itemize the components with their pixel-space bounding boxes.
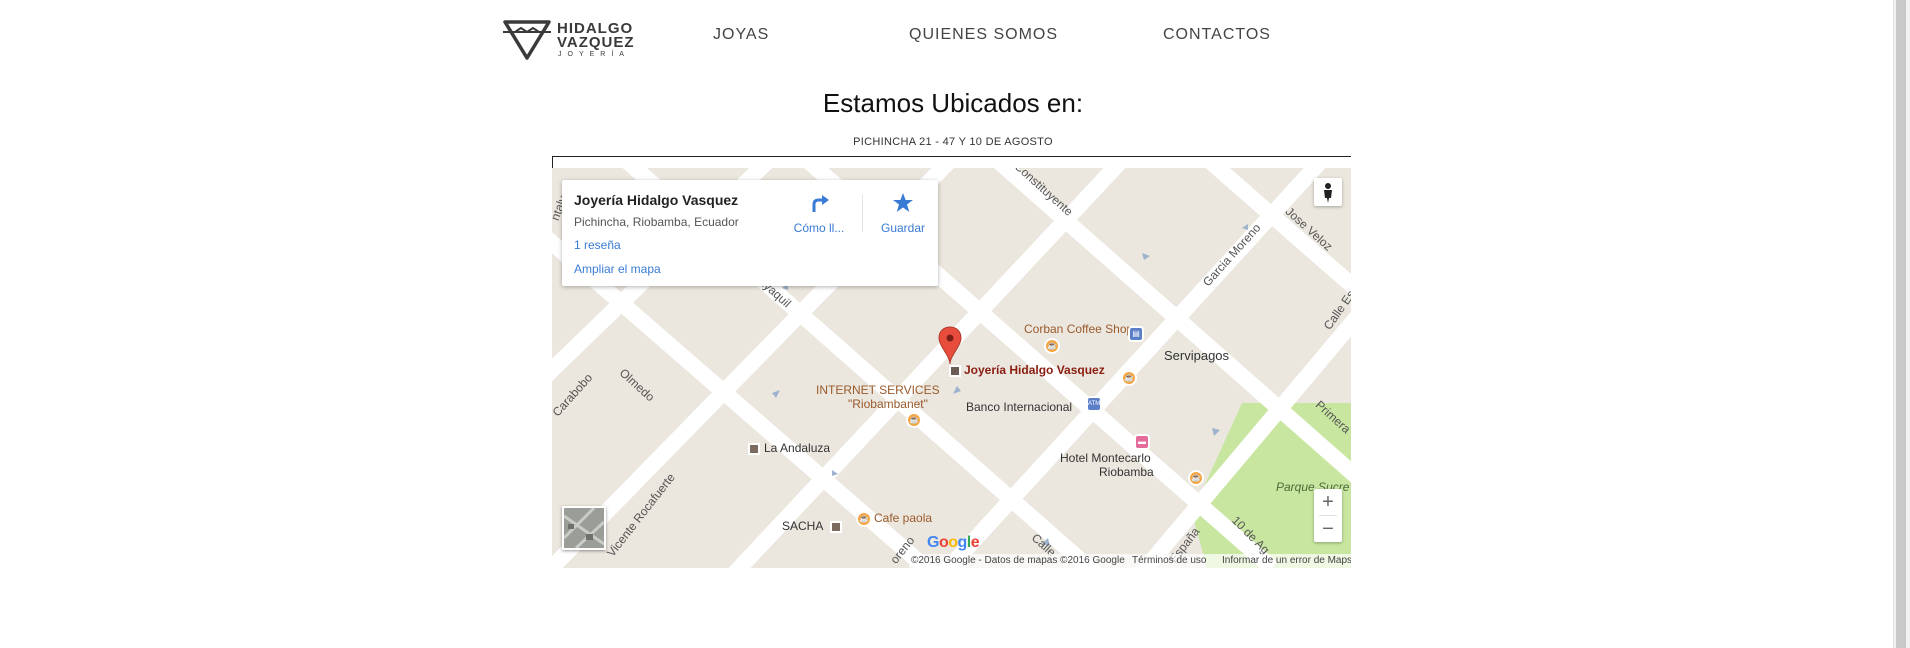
poi-corban-coffee[interactable]: Corban Coffee Shop xyxy=(1024,322,1133,336)
report-error-link[interactable]: Informar de un error de Maps xyxy=(1222,555,1351,566)
reviews-link[interactable]: 1 reseña xyxy=(574,238,621,252)
divider-tick xyxy=(552,156,553,168)
directions-label: Cómo ll... xyxy=(793,221,845,235)
star-icon xyxy=(893,193,913,212)
poi-hotel-montecarlo[interactable]: Hotel Montecarlo xyxy=(1060,451,1151,465)
terms-link[interactable]: Términos de uso xyxy=(1132,555,1206,566)
restaurant-icon xyxy=(748,443,760,455)
coffee-cup-icon: ☕ xyxy=(1046,340,1058,352)
street-view-button[interactable] xyxy=(1314,178,1342,206)
coffee-cup-icon: ☕ xyxy=(908,414,920,426)
enlarge-map-link[interactable]: Ampliar el mapa xyxy=(574,262,661,276)
poi-cafe-paola[interactable]: Cafe paola xyxy=(874,511,932,525)
coffee-cup-icon: ☕ xyxy=(1190,472,1202,484)
marker-label[interactable]: Joyería Hidalgo Vasquez xyxy=(964,363,1105,377)
save-button[interactable]: Guardar xyxy=(868,192,938,235)
poi-servipagos[interactable]: Servipagos xyxy=(1164,348,1229,363)
directions-arrow-icon xyxy=(812,195,829,212)
poi-sacha[interactable]: SACHA xyxy=(782,519,823,533)
poi-internet-services[interactable]: INTERNET SERVICES xyxy=(816,383,940,397)
zoom-control: + − xyxy=(1314,489,1342,542)
directions-button[interactable]: Cómo ll... xyxy=(784,192,854,235)
place-info-card: Joyería Hidalgo Vasquez Pichincha, Rioba… xyxy=(562,180,938,286)
location-pin-icon[interactable] xyxy=(938,326,962,366)
hotel-bed-icon: ▬ xyxy=(1136,436,1148,448)
map-copyright: ©2016 Google - Datos de mapas ©2016 Goog… xyxy=(911,555,1125,566)
poi-banco-internacional[interactable]: Banco Internacional xyxy=(966,400,1072,414)
place-address: Pichincha, Riobamba, Ecuador xyxy=(574,215,739,229)
satellite-toggle-button[interactable] xyxy=(562,506,606,550)
zoom-out-button[interactable]: − xyxy=(1314,516,1342,542)
brand-name-line2: VAZQUEZ xyxy=(557,34,635,51)
diamond-logo-icon xyxy=(503,20,551,60)
poi-hotel-montecarlo-sub: Riobamba xyxy=(1099,465,1154,479)
poi-la-andaluza[interactable]: La Andaluza xyxy=(764,441,830,455)
nav-item-contactos[interactable]: CONTACTOS xyxy=(1163,26,1271,44)
jewelry-store-icon xyxy=(949,365,961,377)
coffee-cup-icon: ☕ xyxy=(858,513,870,525)
restaurant-icon xyxy=(830,521,842,533)
coffee-cup-icon: ☕ xyxy=(1123,372,1135,384)
card-divider xyxy=(862,194,863,232)
nav-item-joyas[interactable]: JOYAS xyxy=(713,26,769,44)
zoom-in-button[interactable]: + xyxy=(1314,489,1342,515)
brand-logo[interactable]: HIDALGO VAZQUEZ JOYERÍA xyxy=(501,18,634,60)
pegman-icon xyxy=(1324,183,1332,203)
map-footer: ©2016 Google - Datos de mapas ©2016 Goog… xyxy=(909,554,1351,568)
poi-internet-services-sub: "Riobambanet" xyxy=(848,397,928,411)
google-logo: Google xyxy=(927,534,980,551)
atm-icon: ATM xyxy=(1088,398,1100,410)
place-title: Joyería Hidalgo Vasquez xyxy=(574,192,739,208)
nav-item-quienes-somos[interactable]: QUIENES SOMOS xyxy=(909,26,1058,44)
address-text: PICHINCHA 21 - 47 Y 10 DE AGOSTO xyxy=(853,136,1053,148)
divider xyxy=(552,156,1351,157)
bank-icon: ▤ xyxy=(1130,328,1142,340)
embedded-map[interactable]: Constituyente Garcia Moreno Jose Veloz C… xyxy=(552,168,1351,568)
satellite-thumbnail-icon xyxy=(564,508,604,548)
page-title: Estamos Ubicados en: xyxy=(822,88,1084,118)
save-label: Guardar xyxy=(880,221,926,235)
brand-tagline: JOYERÍA xyxy=(558,51,630,58)
